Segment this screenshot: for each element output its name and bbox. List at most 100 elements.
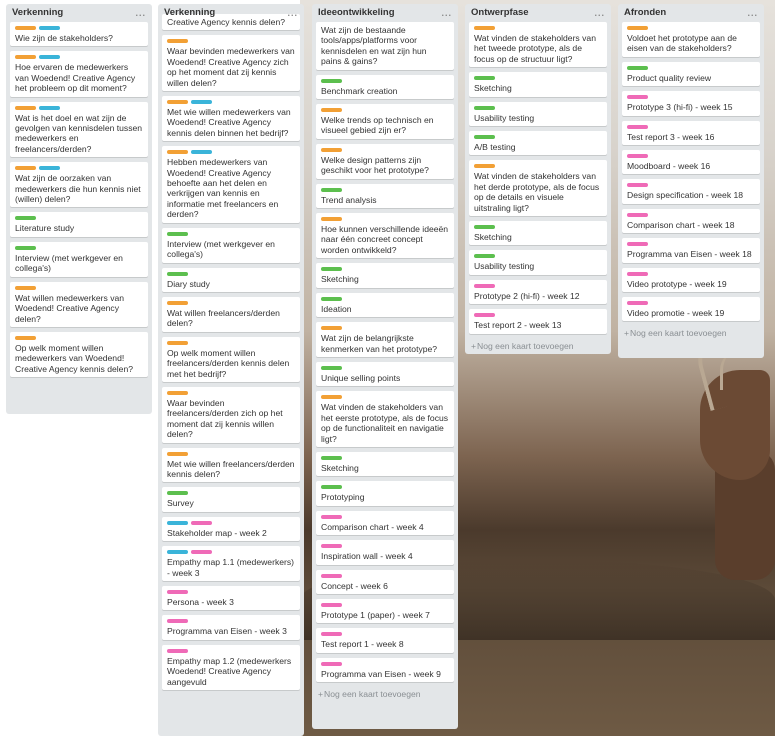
- card[interactable]: Benchmark creation: [316, 74, 454, 100]
- label-green[interactable]: [321, 187, 342, 192]
- label-orange[interactable]: [474, 164, 495, 169]
- card[interactable]: Ideation: [316, 292, 454, 318]
- label-green[interactable]: [321, 455, 342, 460]
- label-green[interactable]: [474, 76, 495, 81]
- label-orange[interactable]: [15, 55, 36, 60]
- label-pink[interactable]: [627, 212, 648, 217]
- card[interactable]: Hebben medewerkers van Woedend! Creative…: [162, 146, 300, 223]
- card[interactable]: Hoe ervaren de medewerkers van Woedend! …: [10, 51, 148, 97]
- card[interactable]: Wat is het doel en wat zijn de gevolgen …: [10, 101, 148, 158]
- list-title[interactable]: Verkenning: [12, 4, 63, 22]
- card[interactable]: Empathy map 1.1 (medewerkers) - week 3: [162, 546, 300, 581]
- label-pink[interactable]: [191, 520, 212, 525]
- label-pink[interactable]: [191, 550, 212, 555]
- card[interactable]: Wat vinden de stakeholders van het tweed…: [469, 22, 607, 68]
- label-green[interactable]: [15, 245, 36, 250]
- add-card-button[interactable]: +Nog een kaart toevoegen: [465, 339, 611, 354]
- card[interactable]: Design specification - week 18: [622, 179, 760, 204]
- card[interactable]: Programma van Eisen - week 18: [622, 238, 760, 263]
- card[interactable]: Unique selling points: [316, 361, 454, 387]
- card[interactable]: Op welk moment willen freelancers/derden…: [162, 336, 300, 382]
- card[interactable]: Hoe kunnen verschillende ideeën naar één…: [316, 213, 454, 259]
- card[interactable]: Waar bevinden medewerkers van Woedend! C…: [162, 35, 300, 92]
- label-blue[interactable]: [39, 26, 60, 30]
- card[interactable]: Prototype 1 (paper) - week 7: [316, 598, 454, 624]
- card[interactable]: Comparison chart - week 4: [316, 510, 454, 536]
- label-pink[interactable]: [627, 124, 648, 129]
- card[interactable]: Concept - week 6: [316, 569, 454, 594]
- card[interactable]: Interview (met werkgever en collega's): [162, 227, 300, 263]
- label-orange[interactable]: [321, 395, 342, 400]
- label-orange[interactable]: [321, 326, 342, 331]
- card[interactable]: Sketching: [469, 221, 607, 246]
- card[interactable]: Trend analysis: [316, 183, 454, 209]
- card[interactable]: Usability testing: [469, 250, 607, 275]
- card[interactable]: Usability testing: [469, 101, 607, 127]
- label-orange[interactable]: [627, 26, 648, 30]
- card[interactable]: Comparison chart - week 18: [622, 208, 760, 234]
- card[interactable]: Diary study: [162, 267, 300, 292]
- label-pink[interactable]: [627, 95, 648, 100]
- card[interactable]: Test report 2 - week 13: [469, 309, 607, 334]
- card[interactable]: Product quality review: [622, 61, 760, 87]
- more-icon[interactable]: ...: [441, 4, 452, 22]
- label-blue[interactable]: [39, 105, 60, 110]
- card[interactable]: Moodboard - week 16: [622, 150, 760, 175]
- label-blue[interactable]: [167, 520, 188, 525]
- list-title[interactable]: Ideeontwikkeling: [318, 4, 395, 22]
- card[interactable]: Prototype 2 (hi-fi) - week 12: [469, 279, 607, 305]
- more-icon[interactable]: ...: [135, 4, 146, 22]
- card[interactable]: Wat vinden de stakeholders van het eerst…: [316, 391, 454, 447]
- card[interactable]: Creative Agency kennis delen?: [162, 14, 300, 31]
- label-green[interactable]: [15, 216, 36, 221]
- label-pink[interactable]: [321, 661, 342, 666]
- label-orange[interactable]: [167, 150, 188, 155]
- label-pink[interactable]: [321, 514, 342, 519]
- card[interactable]: Video prototype - week 19: [622, 267, 760, 293]
- card[interactable]: Wie zijn de stakeholders?: [10, 22, 148, 47]
- card[interactable]: Op welk moment willen medewerkers van Wo…: [10, 331, 148, 378]
- label-orange[interactable]: [15, 105, 36, 110]
- add-card-button[interactable]: +Nog een kaart toevoegen: [618, 326, 764, 344]
- card[interactable]: Welke trends op technisch en visueel geb…: [316, 104, 454, 139]
- label-green[interactable]: [474, 105, 495, 110]
- label-pink[interactable]: [627, 154, 648, 159]
- label-blue[interactable]: [39, 55, 60, 60]
- card[interactable]: Sketching: [469, 72, 607, 97]
- list-title[interactable]: Ontwerpfase: [471, 4, 529, 22]
- card[interactable]: Video promotie - week 19: [622, 297, 760, 322]
- card[interactable]: Waar bevinden freelancers/derden zich op…: [162, 386, 300, 443]
- card[interactable]: Met wie willen freelancers/derden kennis…: [162, 447, 300, 483]
- label-green[interactable]: [167, 271, 188, 276]
- label-orange[interactable]: [15, 335, 36, 340]
- label-orange[interactable]: [167, 340, 188, 345]
- label-pink[interactable]: [321, 544, 342, 549]
- card[interactable]: Prototype 3 (hi-fi) - week 15: [622, 91, 760, 116]
- card[interactable]: Programma van Eisen - week 3: [162, 615, 300, 640]
- label-orange[interactable]: [167, 100, 188, 105]
- label-pink[interactable]: [321, 602, 342, 607]
- card[interactable]: Test report 1 - week 8: [316, 628, 454, 653]
- card[interactable]: Empathy map 1.2 (medewerkers Woedend! Cr…: [162, 644, 300, 691]
- label-green[interactable]: [321, 485, 342, 490]
- label-blue[interactable]: [39, 166, 60, 171]
- label-orange[interactable]: [167, 300, 188, 305]
- card[interactable]: Test report 3 - week 16: [622, 120, 760, 146]
- card[interactable]: Wat zijn de bestaande tools/apps/platfor…: [316, 22, 454, 70]
- label-pink[interactable]: [167, 619, 188, 624]
- label-pink[interactable]: [321, 573, 342, 578]
- label-blue[interactable]: [167, 550, 188, 555]
- label-orange[interactable]: [474, 26, 495, 30]
- card[interactable]: Welke design patterns zijn geschikt voor…: [316, 143, 454, 179]
- label-pink[interactable]: [627, 271, 648, 276]
- list-title[interactable]: Afronden: [624, 4, 666, 22]
- label-orange[interactable]: [167, 390, 188, 395]
- label-orange[interactable]: [321, 147, 342, 152]
- card[interactable]: Met wie willen medewerkers van Woedend! …: [162, 96, 300, 142]
- label-pink[interactable]: [474, 283, 495, 288]
- label-green[interactable]: [167, 491, 188, 496]
- card[interactable]: A/B testing: [469, 131, 607, 156]
- label-pink[interactable]: [167, 648, 188, 653]
- card[interactable]: Sketching: [316, 263, 454, 288]
- card[interactable]: Inspiration wall - week 4: [316, 540, 454, 565]
